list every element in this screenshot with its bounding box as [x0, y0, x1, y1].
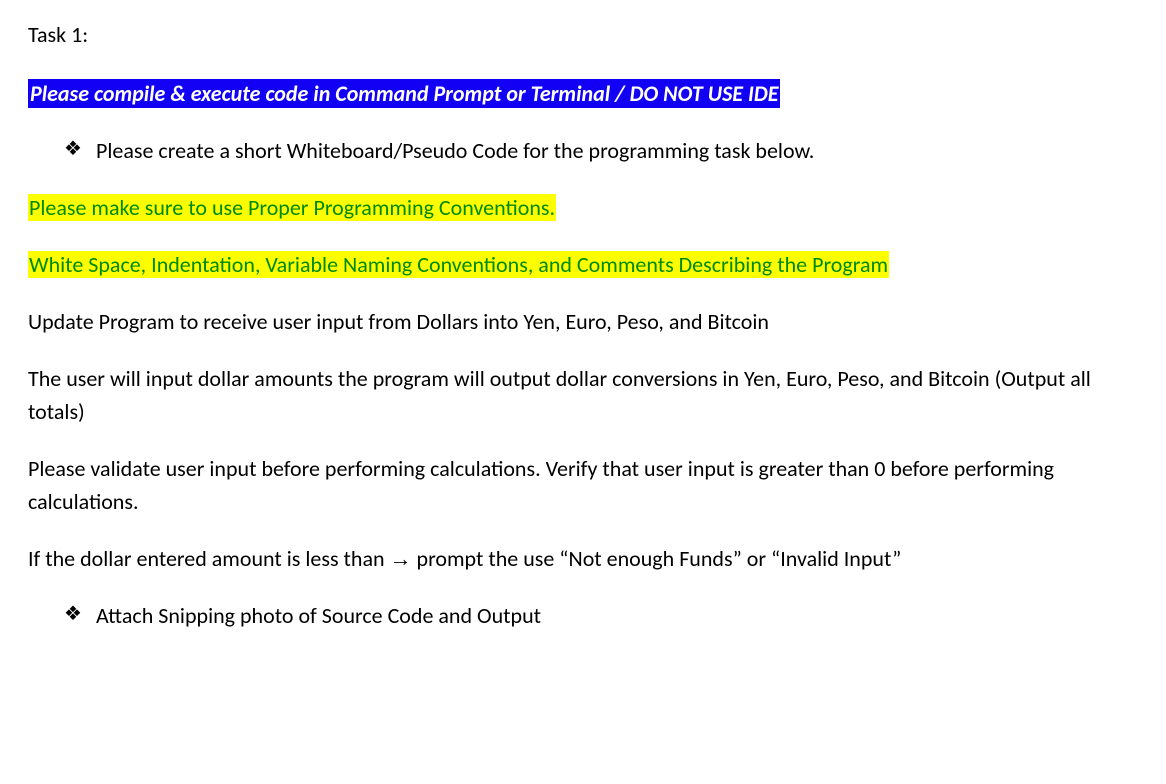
body-paragraph-4: If the dollar entered amount is less tha… — [28, 542, 1148, 575]
conventions-line-1: Please make sure to use Proper Programmi… — [28, 191, 1148, 224]
body-4-post: prompt the use “Not enough Funds” or “In… — [412, 545, 902, 572]
conventions-line-2: White Space, Indentation, Variable Namin… — [28, 248, 1148, 281]
bullet-text-2: Attach Snipping photo of Source Code and… — [96, 602, 541, 629]
body-4-pre: If the dollar entered amount is less tha… — [28, 545, 390, 572]
document-page: Task 1: Please compile & execute code in… — [0, 0, 1166, 674]
conventions-highlight-1: Please make sure to use Proper Programmi… — [28, 194, 556, 221]
bullet-text: Please create a short Whiteboard/Pseudo … — [96, 137, 814, 164]
bullet-list-1: Please create a short Whiteboard/Pseudo … — [28, 134, 1148, 167]
instruction-line: Please compile & execute code in Command… — [28, 77, 1148, 110]
body-paragraph-1: Update Program to receive user input fro… — [28, 305, 1148, 338]
instruction-highlight: Please compile & execute code in Command… — [28, 79, 780, 108]
body-paragraph-2: The user will input dollar amounts the p… — [28, 362, 1148, 428]
task-title: Task 1: — [28, 18, 1148, 51]
bullet-item-attach: Attach Snipping photo of Source Code and… — [28, 599, 1148, 632]
conventions-highlight-2: White Space, Indentation, Variable Namin… — [28, 251, 889, 278]
bullet-list-2: Attach Snipping photo of Source Code and… — [28, 599, 1148, 632]
body-paragraph-3: Please validate user input before perfor… — [28, 452, 1148, 518]
arrow-icon: → — [390, 546, 412, 571]
bullet-item-pseudocode: Please create a short Whiteboard/Pseudo … — [28, 134, 1148, 167]
